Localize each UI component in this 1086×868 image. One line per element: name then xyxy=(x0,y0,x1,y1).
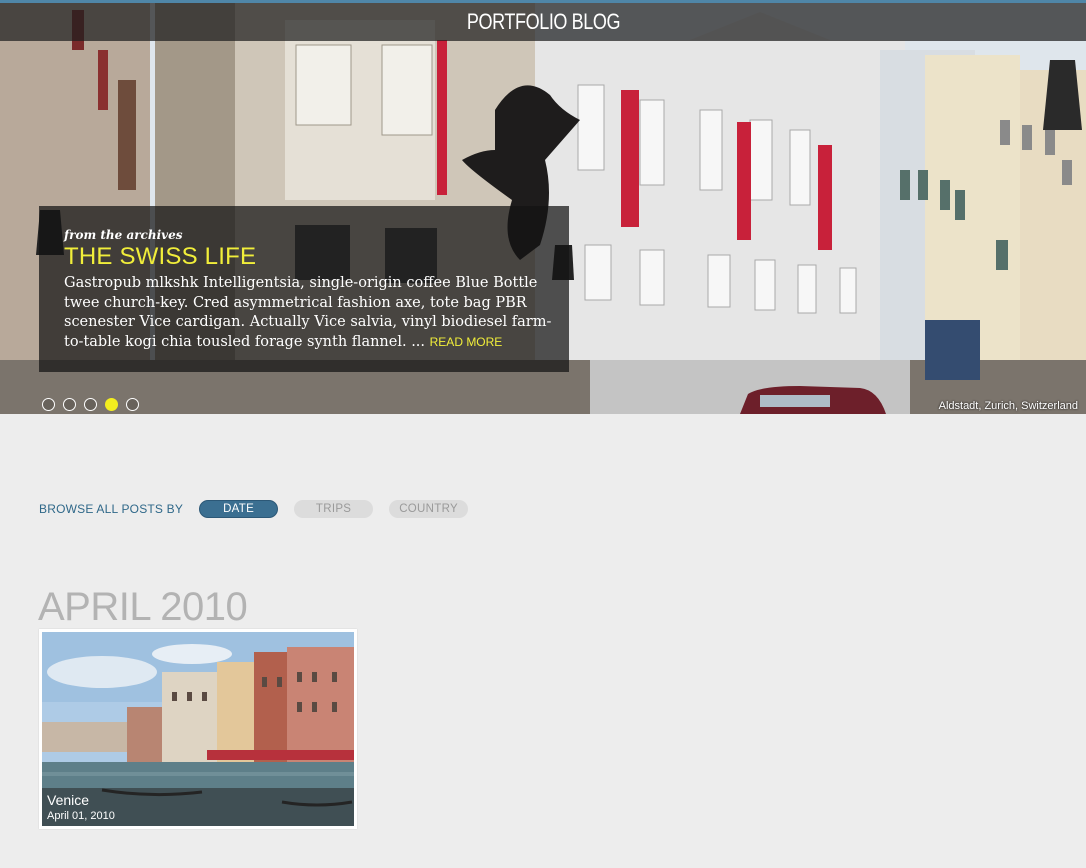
post-title[interactable]: Venice xyxy=(47,792,349,808)
slider-dots xyxy=(42,398,139,411)
feature-title[interactable]: THE SWISS LIFE xyxy=(64,243,544,271)
feature-excerpt: Gastropub mlkshk Intelligentsia, single-… xyxy=(64,274,554,352)
filter-country-button[interactable]: COUNTRY xyxy=(389,500,469,518)
slider-dot-active[interactable] xyxy=(105,398,118,411)
feature-kicker: from the archives xyxy=(64,228,183,242)
slider-dot[interactable] xyxy=(63,398,76,411)
featured-post: from the archives THE SWISS LIFE Gastrop… xyxy=(39,206,569,372)
photo-caption: Aldstadt, Zurich, Switzerland xyxy=(938,400,1078,412)
slider-dot[interactable] xyxy=(42,398,55,411)
filter-date-button[interactable]: DATE xyxy=(199,500,279,518)
site-header: PORTFOLIO BLOG xyxy=(0,3,1086,41)
browse-label: BROWSE ALL POSTS BY xyxy=(39,502,184,516)
hero-slider: PORTFOLIO BLOG from the archives THE SWI… xyxy=(0,0,1086,414)
read-more-link[interactable]: READ MORE xyxy=(430,335,503,349)
post-overlay: Venice April 01, 2010 xyxy=(42,788,354,826)
top-accent-line xyxy=(0,0,1086,3)
month-heading: APRIL 2010 xyxy=(38,585,248,629)
slider-dot[interactable] xyxy=(84,398,97,411)
slider-dot[interactable] xyxy=(126,398,139,411)
post-card[interactable]: Venice April 01, 2010 xyxy=(39,629,357,829)
filter-trips-button[interactable]: TRIPS xyxy=(294,500,374,518)
post-date: April 01, 2010 xyxy=(47,810,115,822)
browse-bar: BROWSE ALL POSTS BY DATE TRIPS COUNTRY xyxy=(39,500,484,518)
site-title[interactable]: PORTFOLIO BLOG xyxy=(466,3,620,41)
